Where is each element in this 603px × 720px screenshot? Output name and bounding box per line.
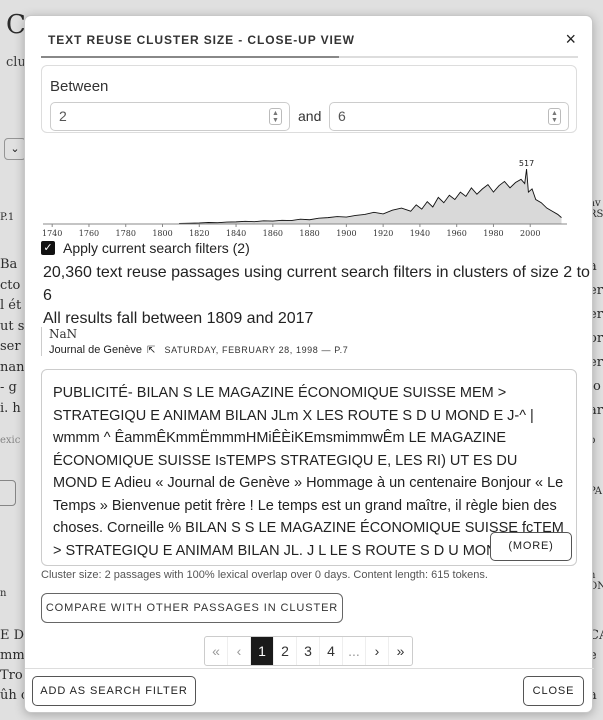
histogram-tick-label: 2000 — [520, 229, 540, 238]
max-size-value: 6 — [338, 108, 346, 124]
histogram-tick-label: 1920 — [373, 229, 393, 238]
pagination-item: ... — [343, 637, 366, 665]
histogram-tick-label: 1900 — [336, 229, 356, 238]
add-search-filter-button[interactable]: ADD AS SEARCH FILTER — [32, 676, 196, 706]
modal-title: TEXT REUSE CLUSTER SIZE - CLOSE-UP VIEW — [48, 33, 355, 47]
close-icon[interactable]: × — [565, 29, 576, 50]
pagination: «‹ 1 2 3 4... ›» — [204, 636, 413, 666]
max-size-stepper-icon[interactable]: ▲ ▼ — [548, 108, 561, 125]
and-label: and — [298, 108, 322, 124]
histogram-tick-label: 1960 — [447, 229, 467, 238]
apply-filters-checkbox[interactable]: ✓ — [41, 241, 55, 255]
min-size-stepper-icon[interactable]: ▲ ▼ — [269, 108, 282, 125]
histogram-peak-label: 517 — [519, 159, 534, 168]
newspaper-line: Journal de Genève ⇱ SATURDAY, FEBRUARY 2… — [49, 344, 348, 356]
passage-metadata: NaN Journal de Genève ⇱ SATURDAY, FEBRUA… — [41, 327, 348, 356]
results-summary: 20,360 text reuse passages using current… — [43, 261, 594, 330]
modal-title-progress — [41, 56, 578, 58]
max-size-input[interactable]: 6 ▲ ▼ — [329, 102, 569, 131]
year-histogram[interactable]: 1740 1760 1780 1800 1820 1840 1860 1880 1900 1920… — [35, 159, 575, 241]
pagination-item[interactable]: 1 — [251, 637, 274, 665]
compare-passages-button[interactable]: COMPARE WITH OTHER PASSAGES IN CLUSTER — [41, 593, 343, 623]
footer-divider — [25, 668, 594, 669]
external-link-icon[interactable]: ⇱ — [147, 345, 155, 356]
between-label: Between — [50, 78, 109, 95]
article-title: NaN — [49, 327, 78, 341]
cluster-size-modal: TEXT REUSE CLUSTER SIZE - CLOSE-UP VIEW … — [24, 15, 594, 713]
histogram-tick-label: 1740 — [42, 229, 62, 238]
results-count: 20,360 text reuse passages using current… — [43, 264, 590, 304]
histogram-tick-label: 1860 — [263, 229, 283, 238]
close-button[interactable]: CLOSE — [523, 676, 584, 706]
apply-filters-row[interactable]: ✓ Apply current search filters (2) — [41, 240, 250, 256]
min-size-value: 2 — [59, 108, 67, 124]
min-size-input[interactable]: 2 ▲ ▼ — [50, 102, 290, 131]
more-button[interactable]: (MORE) — [490, 532, 572, 561]
histogram-tick-label: 1980 — [483, 229, 503, 238]
histogram-tick-label: 1780 — [116, 229, 136, 238]
pagination-item[interactable]: › — [366, 637, 389, 665]
pagination-item[interactable]: ‹ — [228, 637, 251, 665]
histogram-tick-label: 1940 — [410, 229, 430, 238]
pagination-item[interactable]: 3 — [297, 637, 320, 665]
pagination-item[interactable]: « — [205, 637, 228, 665]
histogram-tick-label: 1820 — [189, 229, 209, 238]
histogram-tick-label: 1760 — [79, 229, 99, 238]
pagination-item[interactable]: » — [389, 637, 412, 665]
histogram-tick-label: 1880 — [299, 229, 319, 238]
modal-body[interactable]: Between 2 ▲ ▼ and 6 ▲ ▼ 1740 1760 1780 1800 18… — [25, 59, 594, 669]
apply-filters-label: Apply current search filters (2) — [63, 240, 250, 256]
cluster-info: Cluster size: 2 passages with 100% lexic… — [41, 569, 488, 581]
pagination-item[interactable]: 4 — [320, 637, 343, 665]
size-range-filter: Between 2 ▲ ▼ and 6 ▲ ▼ — [41, 65, 577, 133]
newspaper-name[interactable]: Journal de Genève — [49, 344, 142, 356]
histogram-area — [179, 169, 562, 224]
pagination-item[interactable]: 2 — [274, 637, 297, 665]
histogram-tick-label: 1800 — [152, 229, 172, 238]
histogram-tick-label: 1840 — [226, 229, 246, 238]
passage-text-box: PUBLICITÉ- BILAN S LE MAGAZINE ÉCONOMIQU… — [41, 369, 577, 566]
issue-date-page: SATURDAY, FEBRUARY 28, 1998 — P.7 — [164, 345, 349, 355]
